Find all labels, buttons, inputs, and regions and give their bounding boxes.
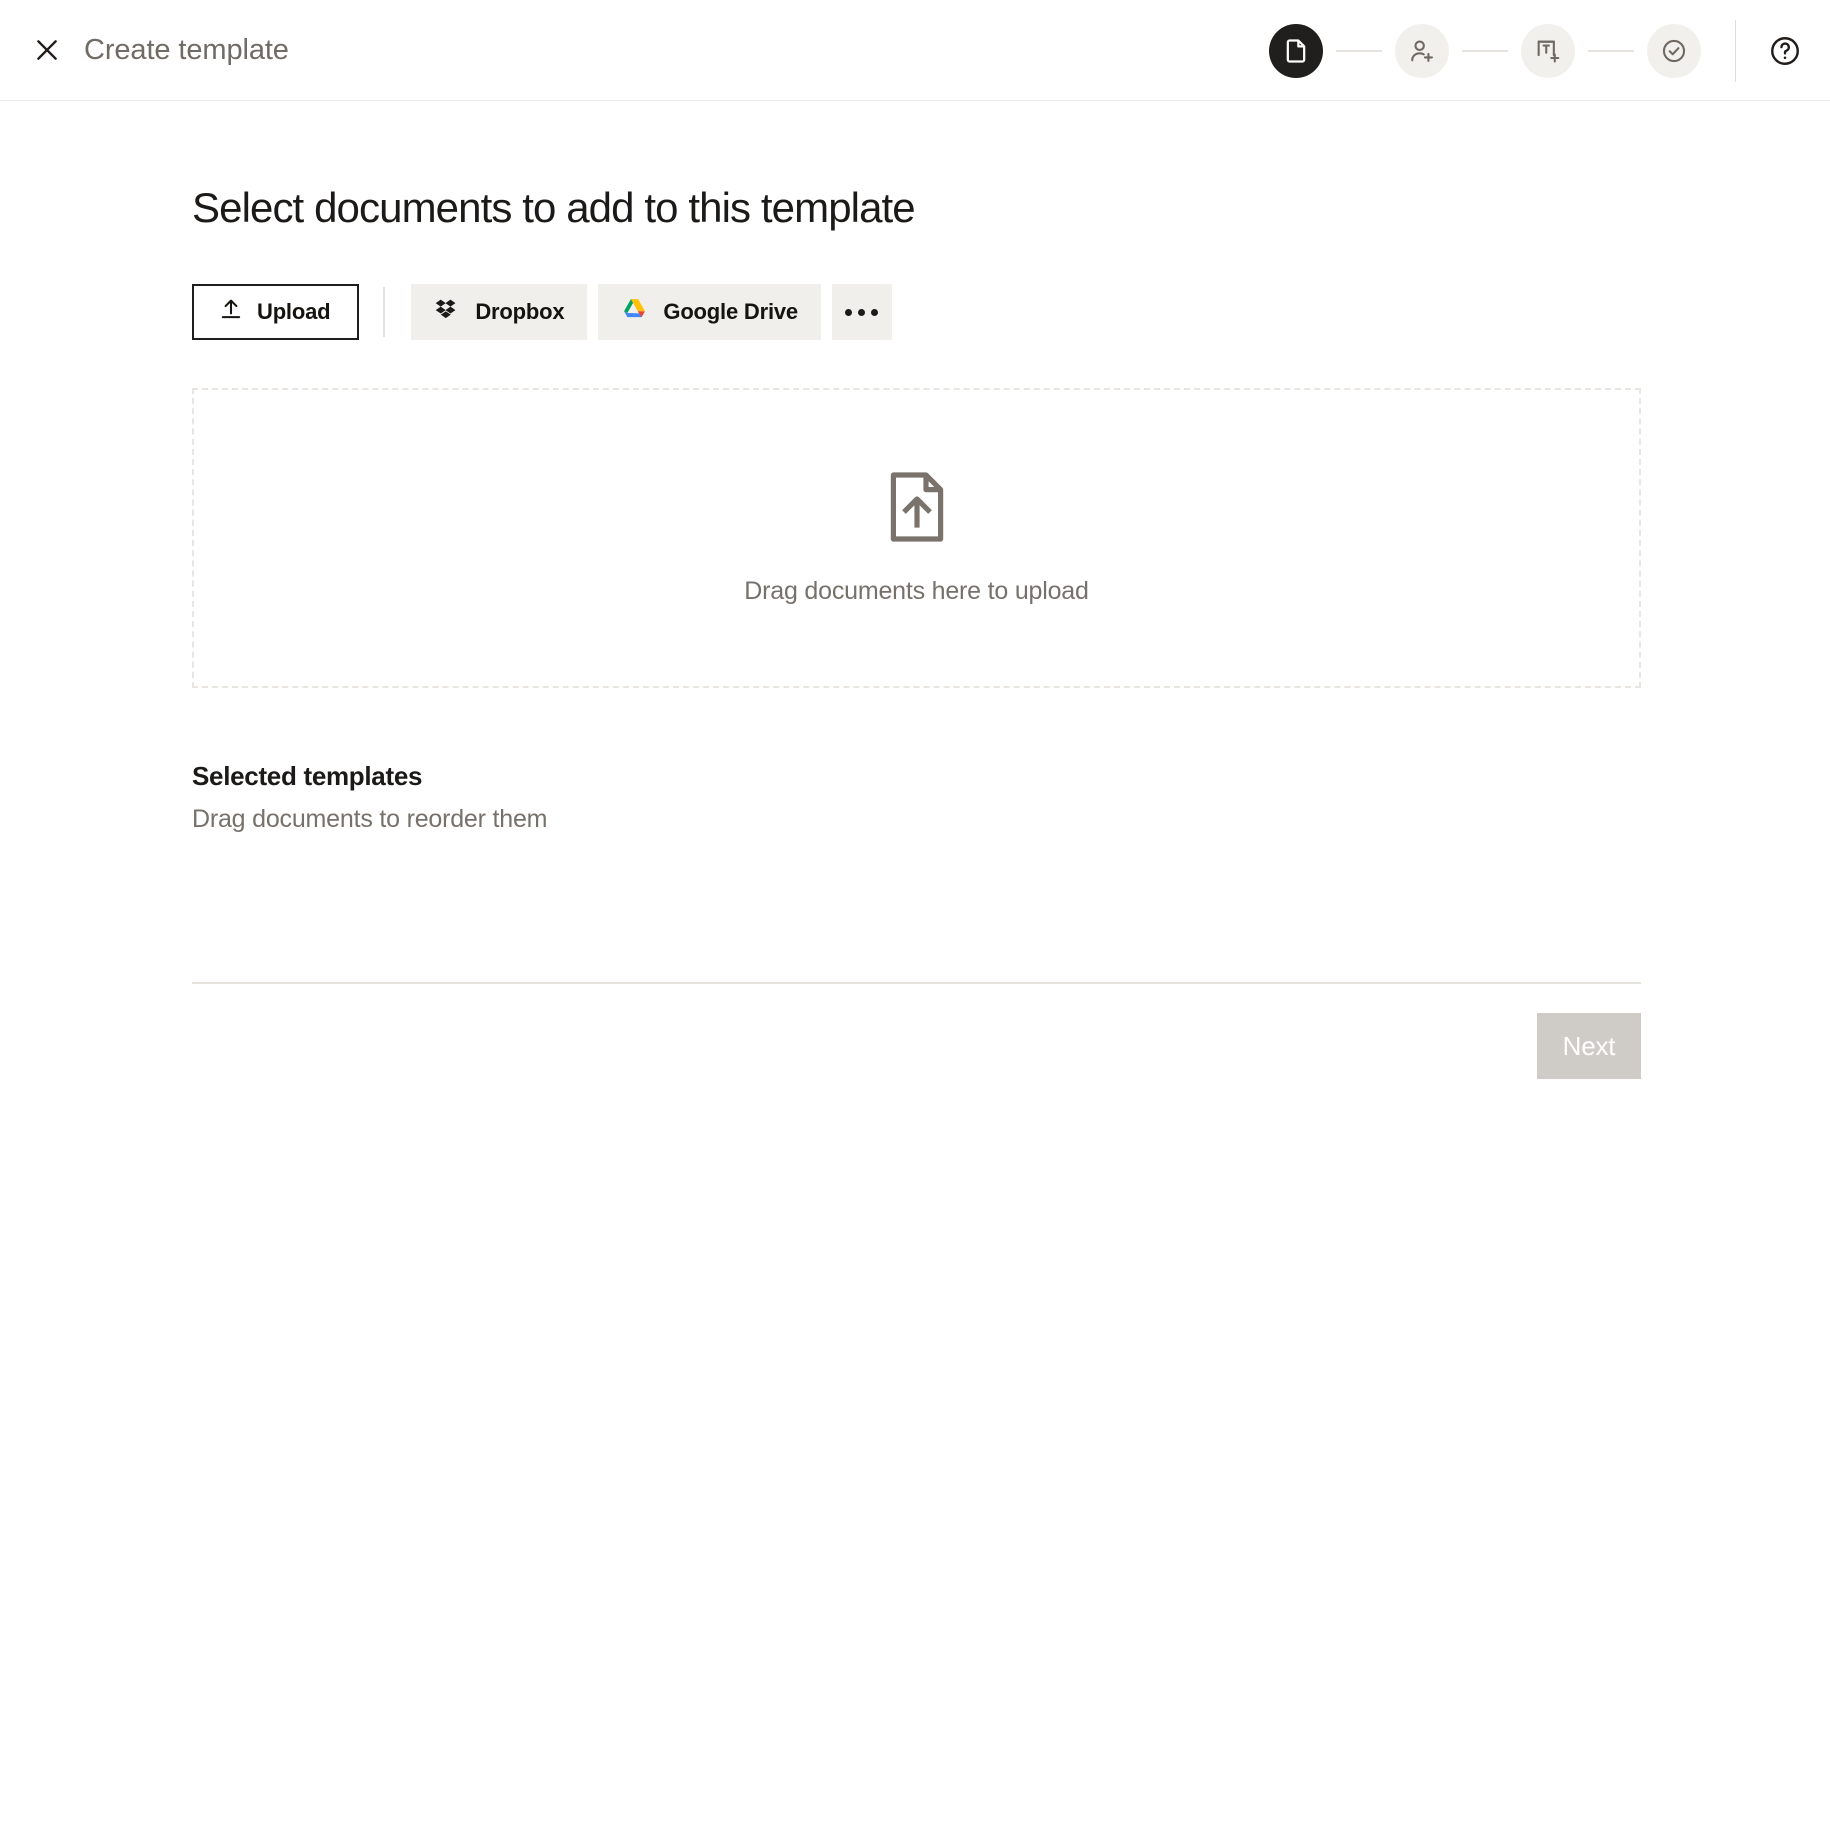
content-column: Select documents to add to this template… [192,101,1642,1080]
header-right-group [1269,0,1830,101]
google-drive-button-label: Google Drive [663,299,798,325]
page-title: Select documents to add to this template [192,184,916,231]
app-header: Create template [0,0,1830,101]
next-button-label: Next [1562,1030,1616,1061]
dropbox-button-label: Dropbox [475,299,565,325]
stepper-connector-1 [1336,49,1382,52]
step-document[interactable] [1269,23,1323,78]
dropbox-icon [434,296,460,328]
add-person-icon [1408,37,1436,65]
toolbar-divider [383,287,386,338]
google-drive-button[interactable]: Google Drive [598,284,821,341]
page-header-title: Create template [84,33,289,66]
upload-arrow-icon [218,296,244,328]
add-text-field-icon [1534,37,1562,65]
document-upload-icon [885,471,949,548]
ellipsis-icon [845,308,879,316]
google-drive-icon [621,296,648,329]
document-icon [1282,37,1310,65]
progress-stepper [1269,23,1701,78]
selected-templates-section: Selected templates Drag documents to reo… [192,761,1642,954]
page-body: Select documents to add to this template… [0,101,1830,1080]
document-dropzone[interactable]: Drag documents here to upload [192,388,1641,689]
selected-templates-list[interactable] [192,834,1642,954]
selected-templates-title: Selected templates [192,761,423,792]
check-circle-icon [1660,37,1688,65]
footer-actions: Next [192,984,1641,1080]
dropzone-label: Drag documents here to upload [744,576,1089,605]
selected-templates-subtitle: Drag documents to reorder them [192,805,548,834]
stepper-connector-3 [1588,49,1634,52]
step-review[interactable] [1647,23,1701,78]
more-sources-button[interactable] [831,284,892,341]
next-button[interactable]: Next [1537,1013,1641,1080]
help-circle-icon[interactable] [1768,34,1802,68]
upload-button-label: Upload [257,299,331,325]
step-recipients[interactable] [1395,23,1449,78]
step-fields[interactable] [1521,23,1575,78]
dropbox-button[interactable]: Dropbox [411,284,588,341]
header-left-group: Create template [0,33,289,66]
stepper-connector-2 [1462,49,1508,52]
header-divider [1735,19,1736,82]
document-source-toolbar: Upload Dropbox Google Drive [192,284,1642,341]
upload-button[interactable]: Upload [192,284,360,341]
close-icon[interactable] [34,37,60,63]
